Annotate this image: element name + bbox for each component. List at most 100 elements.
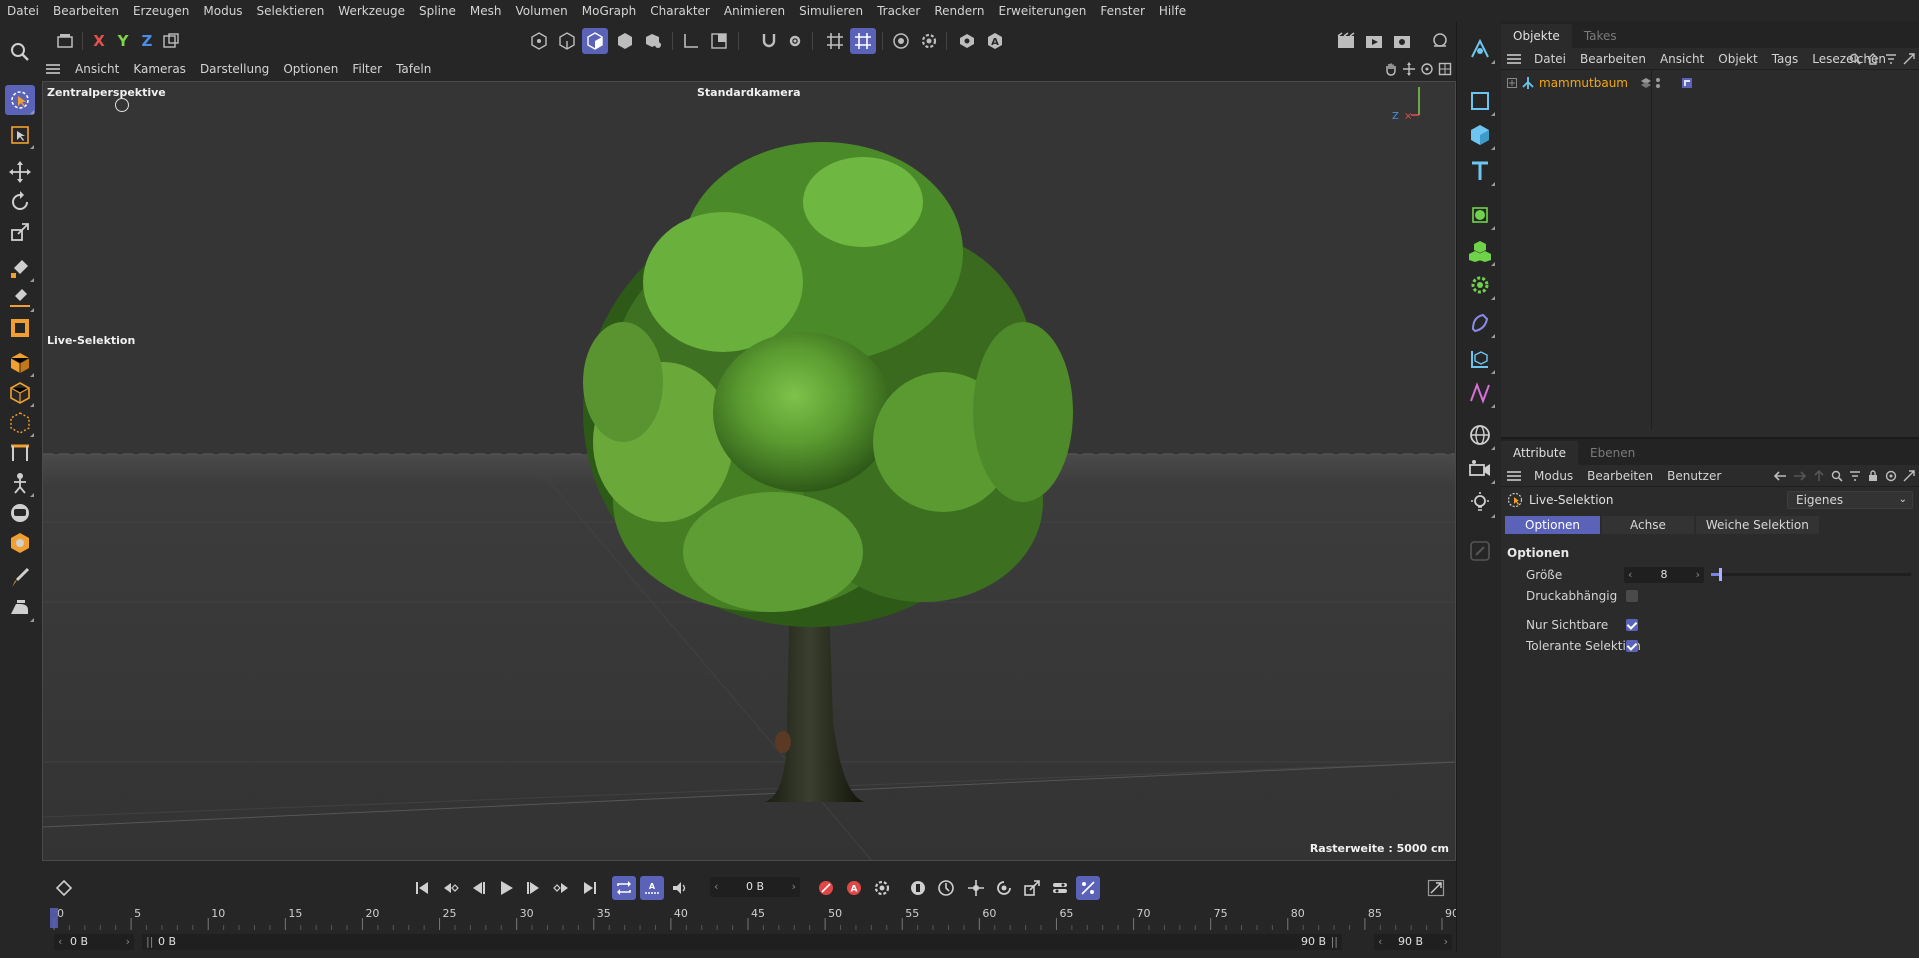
- move-tool-icon[interactable]: [5, 157, 35, 187]
- viewport-hamburger-icon[interactable]: [38, 64, 68, 74]
- menu-item-0[interactable]: Datei: [0, 0, 46, 22]
- next-key-icon[interactable]: [550, 876, 574, 900]
- snap-settings-icon[interactable]: [782, 28, 808, 54]
- end-frame-field[interactable]: ‹ 90 B ›: [1374, 934, 1452, 950]
- menu-item-15[interactable]: Erweiterungen: [991, 0, 1093, 22]
- render-region-select-icon[interactable]: [5, 120, 35, 150]
- tab-attributes[interactable]: Attribute: [1501, 441, 1578, 465]
- workplane-grid-icon[interactable]: [822, 28, 848, 54]
- bend-deformer-icon[interactable]: [5, 438, 35, 468]
- visibility-toggle-icon[interactable]: [954, 28, 980, 54]
- viewport-menu-item-4[interactable]: Filter: [345, 62, 389, 76]
- projection-label[interactable]: Zentralperspektive: [47, 86, 166, 99]
- objects-menu-view[interactable]: Ansicht: [1653, 52, 1711, 66]
- end-decrement-icon[interactable]: ‹: [1378, 934, 1382, 950]
- go-to-end-icon[interactable]: [578, 876, 602, 900]
- filter-icon[interactable]: [1885, 53, 1897, 65]
- model-mode-icon[interactable]: [612, 28, 638, 54]
- timing-icon[interactable]: [934, 876, 958, 900]
- current-frame-field[interactable]: ‹ 0 B ›: [710, 877, 800, 897]
- timeline-expand-icon[interactable]: [1424, 876, 1448, 900]
- pressure-checkbox[interactable]: [1626, 589, 1638, 602]
- tag-icon[interactable]: [1681, 77, 1693, 89]
- increment-arrow-icon[interactable]: ›: [1696, 567, 1700, 583]
- attributes-hamburger-icon[interactable]: [1501, 470, 1527, 481]
- previous-key-icon[interactable]: [438, 876, 462, 900]
- viewport-menu-item-5[interactable]: Tafeln: [389, 62, 438, 76]
- expand-icon[interactable]: [1903, 470, 1915, 482]
- spline-pen-create-icon[interactable]: [1465, 34, 1495, 64]
- menu-item-1[interactable]: Bearbeiten: [46, 0, 126, 22]
- auto-mode-icon[interactable]: A: [982, 28, 1008, 54]
- forward-arrow-icon[interactable]: [1793, 470, 1807, 482]
- range-slider[interactable]: || 0 B 90 B ||: [142, 934, 1342, 950]
- expand-icon[interactable]: [1903, 53, 1915, 65]
- render-region-icon[interactable]: [1333, 28, 1359, 54]
- record-active-icon[interactable]: [814, 876, 838, 900]
- previous-frame-icon[interactable]: [466, 876, 490, 900]
- point-level-anim-icon[interactable]: [1076, 876, 1100, 900]
- menu-item-14[interactable]: Rendern: [927, 0, 991, 22]
- solo-mode-icon[interactable]: [706, 28, 732, 54]
- layout-switch-icon[interactable]: [1427, 28, 1453, 54]
- objects-hamburger-icon[interactable]: [1501, 53, 1527, 64]
- 3d-viewport[interactable]: Y Z × Zentralperspektive Standardkamera …: [42, 81, 1456, 861]
- menu-item-17[interactable]: Hilfe: [1152, 0, 1193, 22]
- character-rig-icon[interactable]: [5, 468, 35, 498]
- range-start-grip-icon[interactable]: ||: [146, 934, 153, 950]
- back-arrow-icon[interactable]: [1773, 470, 1787, 482]
- end-increment-icon[interactable]: ›: [1444, 934, 1448, 950]
- subtab-soft-selection[interactable]: Weiche Selektion: [1695, 516, 1819, 534]
- text-spline-icon[interactable]: [1465, 156, 1495, 186]
- home-icon[interactable]: [1867, 53, 1879, 65]
- menu-item-16[interactable]: Fenster: [1093, 0, 1152, 22]
- snap-magnet-icon[interactable]: [756, 28, 782, 54]
- start-frame-field[interactable]: ‹ 0 B ›: [54, 934, 134, 950]
- parameter-key-icon[interactable]: [1048, 876, 1072, 900]
- autokey-icon[interactable]: A: [842, 876, 866, 900]
- camera-create-icon[interactable]: [1465, 454, 1495, 484]
- search-icon[interactable]: [1831, 470, 1843, 482]
- x-axis-lock-button[interactable]: X: [86, 28, 112, 54]
- menu-item-6[interactable]: Spline: [412, 0, 463, 22]
- menu-item-12[interactable]: Simulieren: [792, 0, 870, 22]
- maximize-view-icon[interactable]: [1438, 62, 1452, 76]
- visibility-dots-icon[interactable]: [1655, 77, 1661, 89]
- go-to-start-icon[interactable]: [410, 876, 434, 900]
- objects-menu-tags[interactable]: Tags: [1765, 52, 1806, 66]
- layer-icon[interactable]: [1640, 77, 1652, 89]
- menu-item-13[interactable]: Tracker: [870, 0, 927, 22]
- camera-label[interactable]: Standardkamera: [697, 86, 801, 99]
- new-view-icon[interactable]: [1885, 470, 1897, 482]
- polygons-mode-icon[interactable]: [582, 28, 608, 54]
- axis-mode-icon[interactable]: [678, 28, 704, 54]
- preset-select[interactable]: Eigenes ⌄: [1787, 491, 1913, 509]
- render-settings-icon[interactable]: [1389, 28, 1415, 54]
- objects-menu-object[interactable]: Objekt: [1711, 52, 1764, 66]
- tab-layers[interactable]: Ebenen: [1578, 441, 1647, 465]
- menu-item-8[interactable]: Volumen: [509, 0, 575, 22]
- attributes-menu-user[interactable]: Benutzer: [1660, 469, 1728, 483]
- material-sphere-icon[interactable]: [5, 498, 35, 528]
- key-settings-icon[interactable]: [870, 876, 894, 900]
- cube-primitive-icon[interactable]: [1465, 120, 1495, 150]
- search-icon[interactable]: [5, 37, 35, 67]
- rectangle-spline-icon[interactable]: [1465, 86, 1495, 116]
- tab-objects[interactable]: Objekte: [1501, 24, 1572, 48]
- live-selection-icon[interactable]: [5, 85, 35, 115]
- up-arrow-icon[interactable]: [1813, 470, 1825, 482]
- polygon-object-icon[interactable]: [5, 378, 35, 408]
- settings-gear-icon[interactable]: [916, 28, 942, 54]
- playback-mode-icon[interactable]: A: [640, 876, 664, 900]
- deformer-icon[interactable]: [1465, 308, 1495, 338]
- iron-tool-icon[interactable]: [5, 593, 35, 623]
- tree-row[interactable]: mammutbaum: [1501, 74, 1919, 92]
- scale-key-icon[interactable]: [1020, 876, 1044, 900]
- objects-menu-file[interactable]: Datei: [1527, 52, 1573, 66]
- lock-icon[interactable]: [1867, 470, 1879, 482]
- effector-gear-icon[interactable]: [1465, 270, 1495, 300]
- sculpt-object-icon[interactable]: [5, 528, 35, 558]
- expand-plus-icon[interactable]: [1507, 78, 1517, 88]
- scene-node-icon[interactable]: [1465, 378, 1495, 408]
- next-frame-icon[interactable]: [522, 876, 546, 900]
